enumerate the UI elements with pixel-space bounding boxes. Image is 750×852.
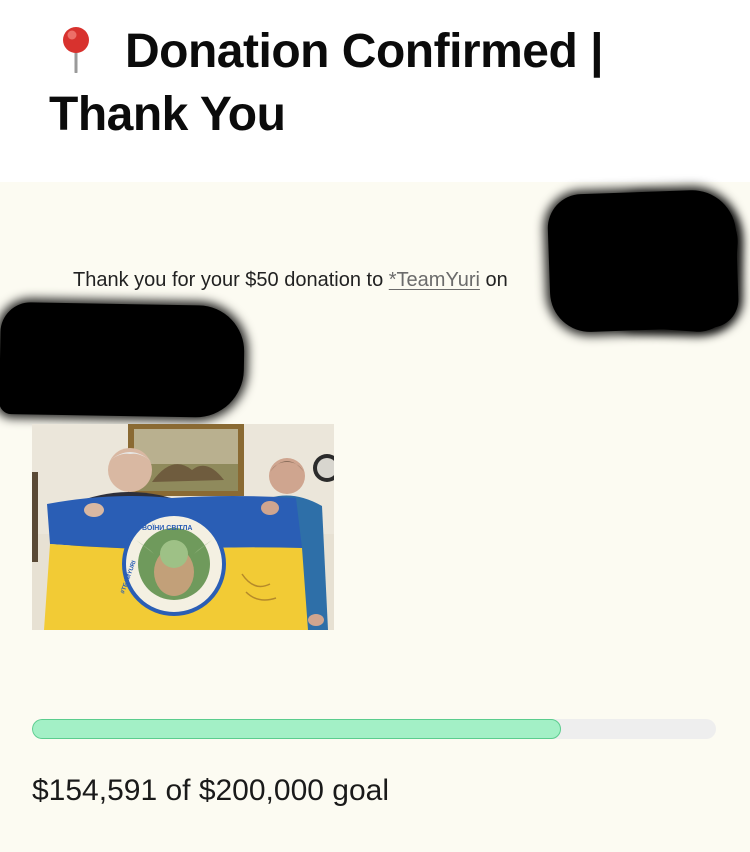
flag-text: ВОЇНИ СВІТЛА [142, 524, 192, 532]
round-pushpin-icon [57, 25, 97, 73]
fundraiser-goal-summary: $154,591 of $200,000 goal [32, 774, 389, 807]
fundraiser-progress-bar [32, 719, 716, 739]
page-title: Donation Confirmed | Thank You [49, 20, 709, 146]
page-header: Donation Confirmed | Thank You [0, 0, 750, 182]
confirmation-content: Thank you for your $50 donation to *Team… [0, 182, 750, 852]
team-link[interactable]: *TeamYuri [389, 269, 480, 291]
thank-you-message: Thank you for your $50 donation to *Team… [73, 268, 508, 292]
redaction-block [0, 301, 245, 419]
progress-bar-fill [32, 719, 561, 739]
redaction-block [607, 195, 741, 335]
message-suffix: on [479, 269, 508, 291]
campaign-photo: ВОЇНИ СВІТЛА #TEAMYURI [32, 424, 334, 630]
message-prefix: Thank you for your $50 donation to [73, 269, 389, 291]
page-title-text: Donation Confirmed | Thank You [49, 25, 604, 141]
